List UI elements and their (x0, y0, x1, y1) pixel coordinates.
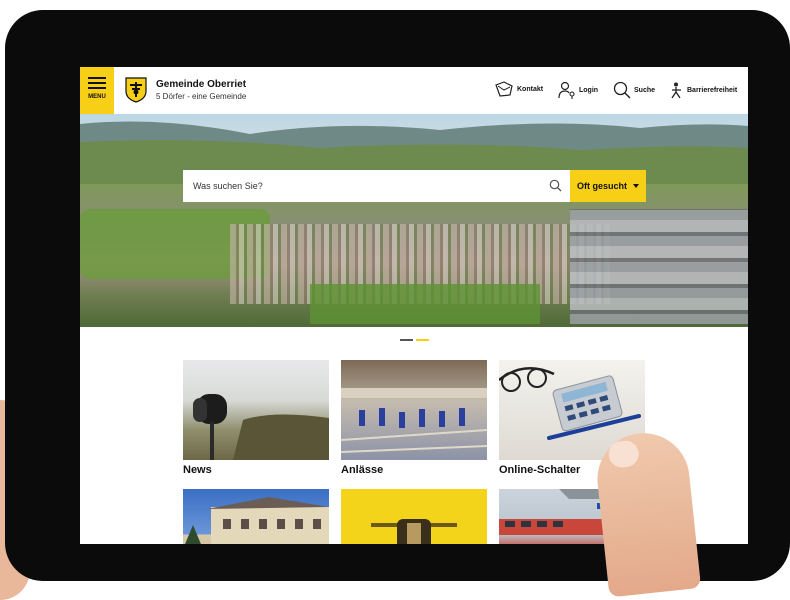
tile-building[interactable] (183, 489, 329, 544)
hero-image: Oft gesucht (80, 114, 748, 327)
user-key-icon (558, 81, 575, 99)
carousel-dot-active[interactable] (400, 339, 413, 341)
menu-button[interactable]: MENU (80, 67, 114, 114)
tile-news-label: News (183, 464, 212, 476)
hamburger-icon (88, 77, 106, 89)
nav-barrierefreiheit-label: Barrierefreiheit (687, 87, 738, 94)
menu-label: MENU (88, 94, 106, 100)
binoculars-icon (193, 394, 329, 460)
nav-kontakt-label: Kontakt (517, 85, 544, 93)
nav-login-label: Login (579, 86, 599, 94)
building-icon (185, 497, 329, 544)
gym-dancers-icon (341, 388, 487, 453)
chevron-down-icon (633, 184, 639, 188)
event-image (341, 360, 487, 460)
spool-icon (371, 519, 457, 544)
news-image (183, 360, 329, 460)
tile-news[interactable]: News (183, 360, 329, 476)
frequent-searches-dropdown[interactable]: Oft gesucht (570, 170, 646, 202)
tile-yellow[interactable] (341, 489, 487, 544)
yellow-object-image (341, 489, 487, 544)
site-title[interactable]: Gemeinde Oberriet (156, 79, 246, 90)
fingernail (607, 439, 640, 469)
nav-suche[interactable]: Suche (613, 81, 655, 99)
site-subtitle: 5 Dörfer - eine Gemeinde (156, 92, 247, 101)
search-submit-icon[interactable] (549, 179, 562, 192)
building-image (183, 489, 329, 544)
carousel-indicator (400, 339, 429, 341)
search-icon (613, 81, 631, 99)
frequent-searches-label: Oft gesucht (576, 181, 627, 191)
green-field-front (310, 284, 540, 324)
carousel-dot[interactable] (416, 339, 429, 341)
nav-suche-label: Suche (634, 86, 656, 94)
nav-login[interactable]: Login (558, 81, 598, 99)
tile-anlaesse-label: Anlässe (341, 464, 384, 476)
coat-of-arms-icon (125, 77, 147, 103)
industrial-area (570, 209, 748, 324)
contact-icon (495, 81, 513, 97)
accessibility-icon (671, 82, 681, 98)
search-input[interactable] (183, 170, 563, 202)
search-bar: Oft gesucht (183, 170, 646, 202)
tile-anlaesse[interactable]: Anlässe (341, 360, 487, 476)
site-header: MENU Gemeinde Oberriet 5 Dörfer - eine G… (80, 67, 748, 114)
nav-kontakt[interactable]: Kontakt (494, 81, 543, 97)
nav-barrierefreiheit[interactable]: Barrierefreiheit (670, 79, 748, 102)
